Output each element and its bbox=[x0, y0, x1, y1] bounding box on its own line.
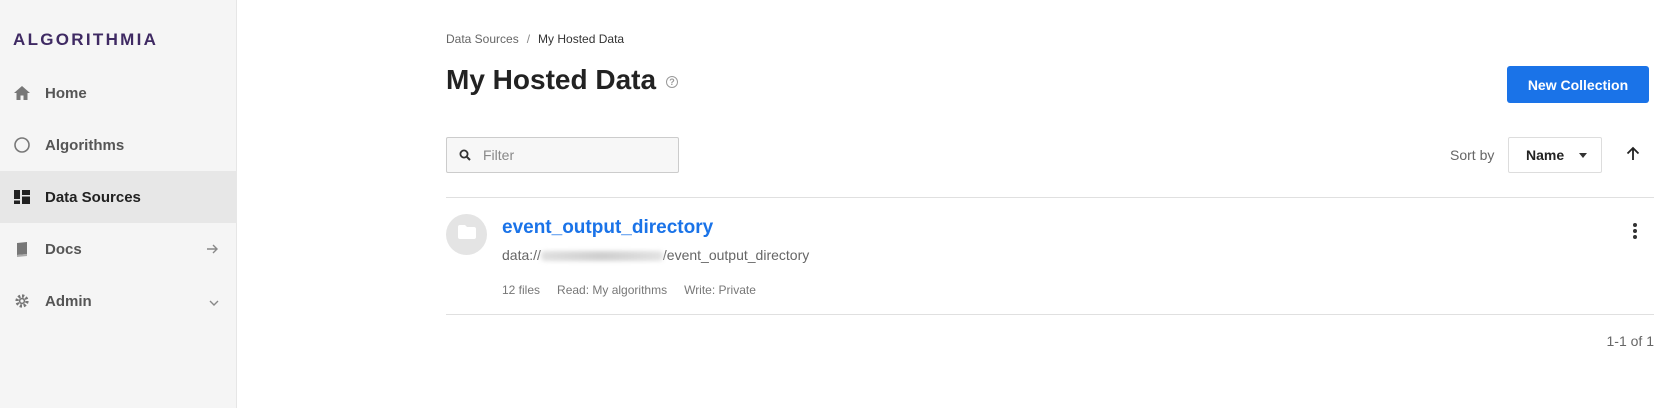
sidebar-item-label: Algorithms bbox=[45, 136, 125, 154]
sidebar: ALGORITHMIA Home Algorithms Data Sources bbox=[0, 0, 237, 408]
write-permission: Write: Private bbox=[684, 283, 756, 297]
read-permission: Read: My algorithms bbox=[557, 283, 668, 297]
sidebar-item-algorithms[interactable]: Algorithms bbox=[0, 119, 237, 171]
new-collection-button[interactable]: New Collection bbox=[1507, 66, 1649, 103]
filter-input[interactable] bbox=[483, 147, 663, 163]
chevron-down-icon bbox=[209, 293, 219, 309]
sort-label: Sort by bbox=[1450, 147, 1495, 163]
collection-path-suffix: /event_output_directory bbox=[662, 247, 810, 263]
collection-path-prefix: data:// bbox=[502, 247, 541, 263]
sidebar-item-label: Data Sources bbox=[45, 188, 141, 206]
breadcrumb-link-data-sources[interactable]: Data Sources bbox=[446, 32, 519, 46]
more-vertical-icon[interactable] bbox=[1628, 220, 1642, 242]
breadcrumb-separator: / bbox=[526, 32, 531, 46]
gear-icon bbox=[13, 292, 31, 310]
list-top-divider bbox=[446, 197, 1654, 198]
file-count: 12 files bbox=[502, 283, 541, 297]
search-icon bbox=[459, 148, 473, 166]
pagination-info: 1-1 of 1 bbox=[1606, 333, 1654, 349]
collection-path: data:// /event_output_directory bbox=[502, 247, 809, 263]
arrow-right-icon bbox=[207, 241, 219, 257]
collection-meta: 12 files Read: My algorithms Write: Priv… bbox=[502, 283, 756, 297]
sort-select-value: Name bbox=[1526, 147, 1565, 163]
app-root: ALGORITHMIA Home Algorithms Data Sources bbox=[0, 0, 1680, 408]
page-title-container: My Hosted Data ? bbox=[446, 64, 679, 96]
page-title: My Hosted Data bbox=[446, 64, 657, 95]
sidebar-item-home[interactable]: Home bbox=[0, 67, 237, 119]
breadcrumb: Data Sources / My Hosted Data bbox=[446, 32, 624, 46]
sidebar-item-label: Home bbox=[45, 84, 87, 102]
data-sources-icon bbox=[13, 188, 31, 206]
list-bottom-divider bbox=[446, 314, 1654, 315]
menu-dot bbox=[1633, 229, 1637, 233]
menu-dot bbox=[1633, 223, 1637, 227]
sidebar-item-label: Docs bbox=[45, 240, 82, 258]
redacted-username bbox=[540, 251, 663, 262]
circle-icon bbox=[13, 136, 31, 154]
folder-icon bbox=[457, 224, 477, 245]
sidebar-item-data-sources[interactable]: Data Sources bbox=[0, 171, 237, 223]
sort-select[interactable]: Name bbox=[1508, 137, 1602, 173]
sidebar-item-docs[interactable]: Docs bbox=[0, 223, 237, 275]
home-icon bbox=[13, 84, 31, 102]
sidebar-item-label: Admin bbox=[45, 292, 92, 310]
help-icon[interactable]: ? bbox=[666, 76, 679, 88]
folder-avatar bbox=[446, 214, 487, 255]
book-icon bbox=[13, 240, 31, 258]
logo[interactable]: ALGORITHMIA bbox=[13, 30, 158, 50]
collection-name-link[interactable]: event_output_directory bbox=[502, 217, 713, 239]
filter-field[interactable] bbox=[446, 137, 679, 173]
caret-down-icon bbox=[1579, 153, 1587, 158]
breadcrumb-current: My Hosted Data bbox=[538, 32, 625, 46]
sidebar-item-admin[interactable]: Admin bbox=[0, 275, 237, 327]
arrow-up-icon[interactable] bbox=[1622, 143, 1644, 165]
menu-dot bbox=[1633, 235, 1637, 239]
sidebar-nav: Home Algorithms Data Sources Docs Admin bbox=[0, 67, 237, 327]
